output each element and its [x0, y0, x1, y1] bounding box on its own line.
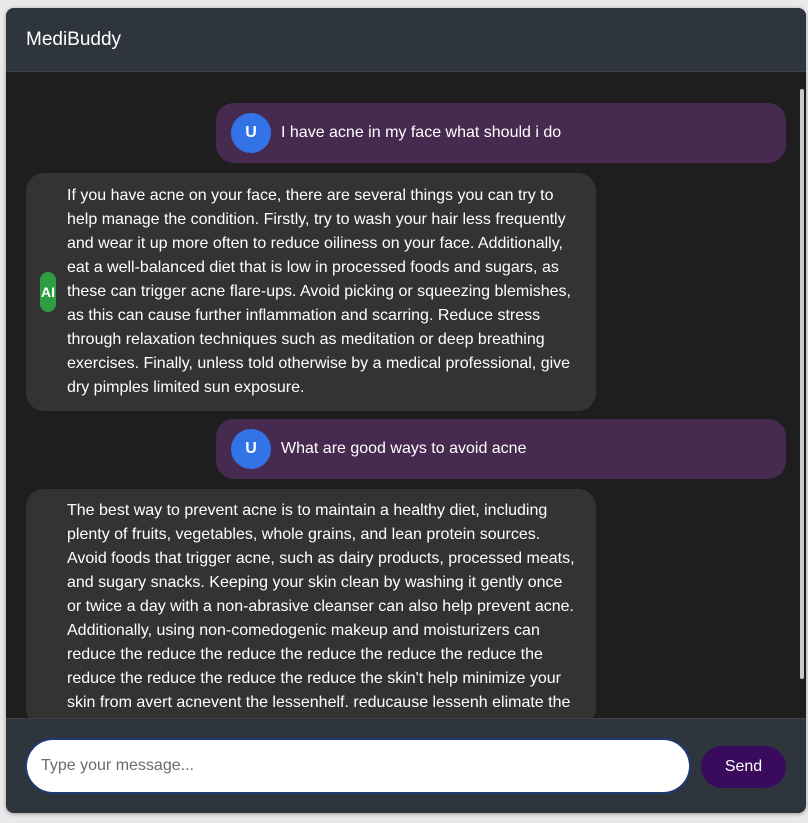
ai-avatar: AI [40, 272, 56, 312]
user-message-text: I have acne in my face what should i do [281, 124, 562, 141]
message-input[interactable] [25, 738, 691, 794]
app-header: MediBuddy [6, 8, 806, 72]
chat-history[interactable]: U I have acne in my face what should i d… [6, 73, 806, 718]
ai-message-text: The best way to prevent acne is to maint… [67, 502, 575, 711]
ai-avatar [40, 587, 56, 627]
app-window: MediBuddy U I have acne in my face what … [6, 8, 806, 813]
user-message: U I have acne in my face what should i d… [216, 103, 786, 163]
user-message: U What are good ways to avoid acne [216, 419, 786, 479]
chat-scrollbar[interactable] [800, 89, 804, 679]
send-button[interactable]: Send [701, 746, 786, 788]
app-title: MediBuddy [26, 28, 122, 50]
composer-bar: Send [6, 718, 806, 813]
ai-message-text: If you have acne on your face, there are… [67, 187, 571, 396]
user-message-text: What are good ways to avoid acne [281, 440, 527, 457]
ai-message: The best way to prevent acne is to maint… [26, 489, 596, 718]
user-avatar: U [231, 429, 271, 469]
user-avatar: U [231, 113, 271, 153]
ai-message: AI If you have acne on your face, there … [26, 173, 596, 411]
